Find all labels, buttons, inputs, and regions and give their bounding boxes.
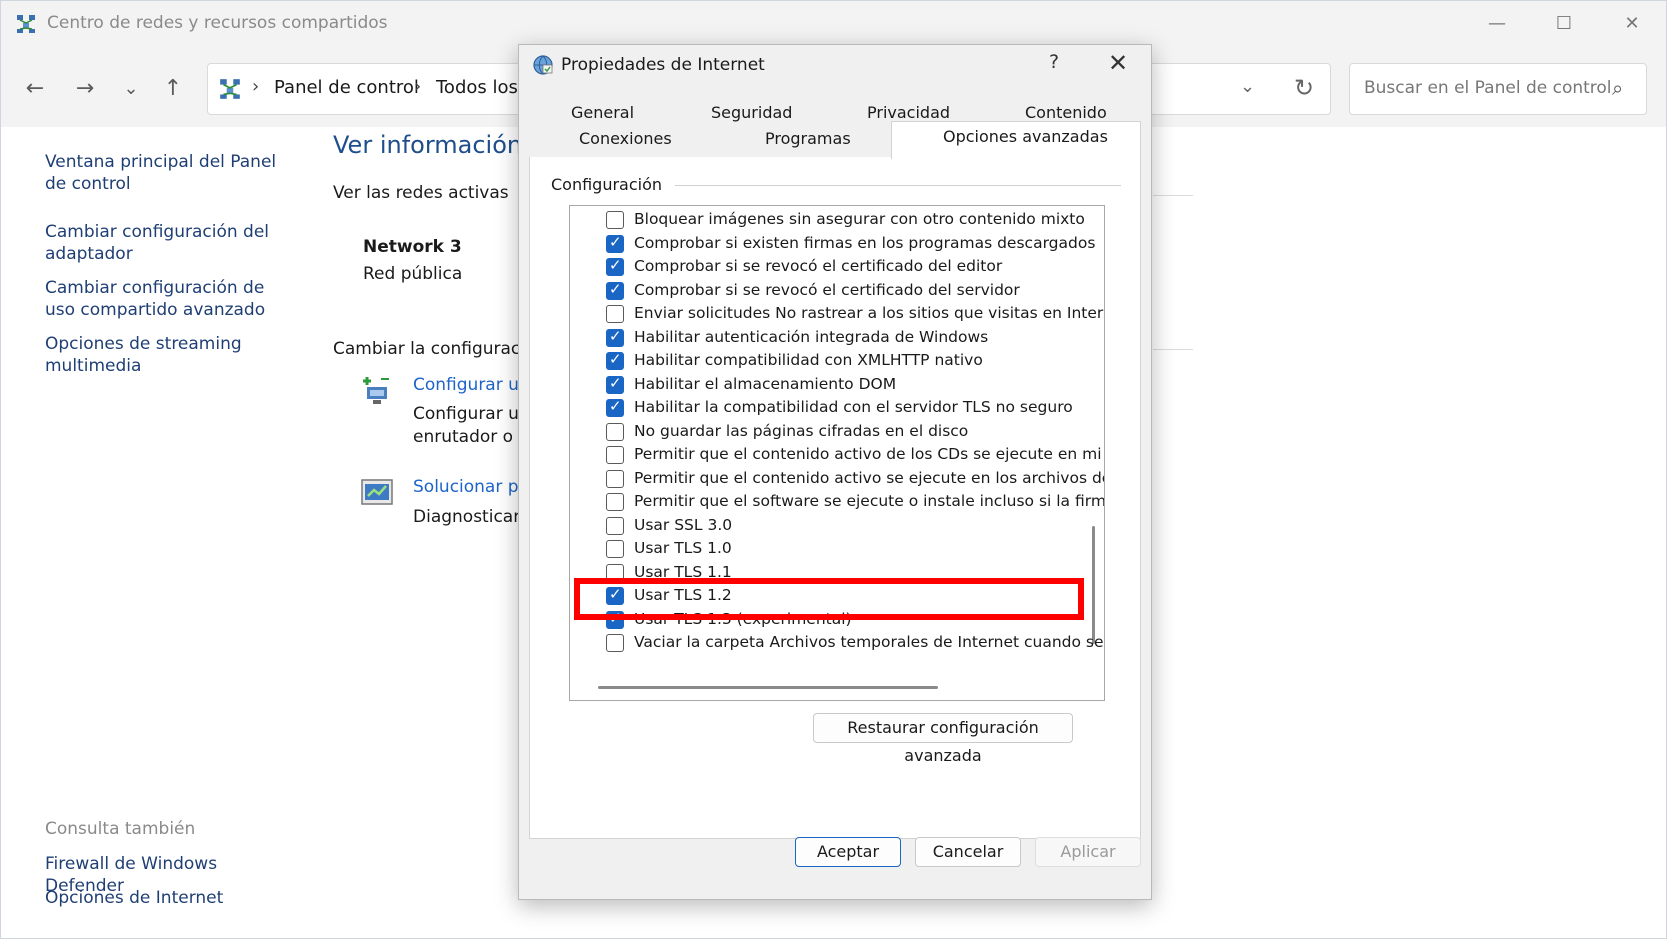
title-bar: Centro de redes y recursos compartidos —… [1,1,1666,47]
tls-highlight-annotation [574,578,1084,620]
forward-button[interactable]: → [67,71,103,107]
checkbox-unchecked[interactable] [606,540,624,558]
dialog-close-button[interactable]: ✕ [1103,49,1133,77]
sidebar-link-main[interactable]: Ventana principal del Panel de control [45,151,295,195]
option-label: Vaciar la carpeta Archivos temporales de… [634,633,1105,651]
checkbox-unchecked[interactable] [606,422,624,441]
checkbox-unchecked[interactable] [606,211,624,229]
option-label: Enviar solicitudes No rastrear a los sit… [634,304,1105,322]
search-box[interactable]: Buscar en el Panel de control ⌕ [1349,63,1647,115]
minimize-button[interactable]: — [1477,9,1517,39]
tab-privacidad[interactable]: Privacidad [867,103,950,122]
checkbox-checked[interactable] [606,374,624,394]
network-center-icon [17,15,35,33]
checkbox-checked[interactable] [606,256,624,276]
ok-button[interactable]: Aceptar [795,837,901,867]
troubleshoot-icon [361,479,393,505]
page-title: Ver información b [333,131,545,159]
task-link-setup[interactable]: Configurar ur [413,375,526,395]
refresh-icon[interactable]: ↻ [1294,74,1314,102]
tab-opciones-avanzadas[interactable]: Opciones avanzadas [943,127,1108,146]
sidebar-link-sharing[interactable]: Cambiar configuración de uso compartido … [45,277,295,321]
option-label: Usar SSL 3.0 [634,515,733,534]
close-window-button[interactable]: ✕ [1612,9,1652,39]
option-label: Habilitar autenticación integrada de Win… [634,327,989,346]
option-label: Permitir que el contenido activo se ejec… [634,468,1105,487]
window-title: Centro de redes y recursos compartidos [47,13,388,33]
network-type: Red pública [363,264,463,284]
internet-properties-dialog: Propiedades de Internet ? ✕ General Segu… [518,44,1152,900]
checkbox-checked[interactable] [606,350,624,370]
checkbox-checked[interactable] [606,397,624,417]
tab-programas[interactable]: Programas [765,129,851,148]
internet-globe-icon [533,55,553,75]
tab-seguridad[interactable]: Seguridad [711,103,792,122]
back-button[interactable]: ← [17,71,53,107]
option-label: Habilitar el almacenamiento DOM [634,374,897,393]
option-label: No guardar las páginas cifradas en el di… [634,421,969,440]
address-dropdown-icon[interactable]: ⌄ [1240,76,1255,97]
tab-conexiones[interactable]: Conexiones [579,129,672,148]
checkbox-unchecked[interactable] [606,305,624,323]
checkbox-checked[interactable] [606,327,624,347]
task-desc-setup-line2: enrutador o p [413,427,530,447]
cancel-button[interactable]: Cancelar [915,837,1021,867]
option-label: Comprobar si se revocó el certificado de… [634,280,1020,299]
checkbox-unchecked[interactable] [606,516,624,535]
network-name: Network 3 [363,237,462,257]
breadcrumb-panel-de-control[interactable]: Panel de control [274,77,419,98]
sidebar-link-streaming[interactable]: Opciones de streaming multimedia [45,333,295,377]
checkbox-checked[interactable] [606,280,624,300]
recent-locations-button[interactable]: ⌄ [113,71,149,107]
maximize-button[interactable]: ☐ [1544,9,1584,39]
dialog-title: Propiedades de Internet [561,55,765,75]
change-settings-label: Cambiar la configuració [333,339,536,359]
configuracion-label: Configuración [551,175,669,194]
option-label: Permitir que el contenido activo de los … [634,445,1105,463]
vertical-scrollbar[interactable] [1092,526,1095,644]
divider [1153,349,1193,350]
see-also-label: Consulta también [45,819,196,839]
option-label: Habilitar la compatibilidad con el servi… [634,398,1073,416]
tab-general[interactable]: General [571,103,634,122]
divider [1153,195,1193,196]
option-label: Bloquear imágenes sin asegurar con otro … [634,210,1085,228]
checkbox-unchecked[interactable] [606,493,624,511]
settings-list[interactable]: Bloquear imágenes sin asegurar con otro … [569,205,1105,701]
option-label: Permitir que el software se ejecute o in… [634,492,1105,510]
breadcrumb-separator-icon: › [252,76,260,97]
sidebar-link-adapter[interactable]: Cambiar configuración del adaptador [45,221,295,265]
option-label: Comprobar si existen firmas en los progr… [634,233,1096,252]
control-panel-icon [220,79,240,99]
sidebar-link-internet-options[interactable]: Opciones de Internet [45,887,295,909]
apply-button[interactable]: Aplicar [1035,837,1141,867]
checkbox-unchecked[interactable] [606,634,624,652]
breadcrumb-separator-icon: › [414,76,422,97]
option-label: Comprobar si se revocó el certificado de… [634,257,1003,275]
restore-advanced-button[interactable]: Restaurar configuración avanzada [813,713,1073,765]
group-divider [675,185,1121,186]
horizontal-scrollbar[interactable] [598,686,938,689]
checkbox-checked[interactable] [606,233,624,253]
option-label: Usar TLS 1.0 [634,539,732,557]
search-input[interactable]: Buscar en el Panel de control [1364,78,1612,98]
task-link-troubleshoot[interactable]: Solucionar pr [413,477,526,497]
active-networks-label: Ver las redes activas [333,183,509,203]
option-label: Habilitar compatibilidad con XMLHTTP nat… [634,351,983,369]
tab-contenido[interactable]: Contenido [1025,103,1107,122]
up-button[interactable]: ↑ [155,71,191,107]
checkbox-unchecked[interactable] [606,469,624,488]
task-desc-setup-line1: Configurar ur [413,404,526,424]
network-setup-icon [363,377,389,404]
help-button[interactable]: ? [1039,51,1069,73]
checkbox-unchecked[interactable] [606,446,624,464]
search-icon[interactable]: ⌕ [1612,76,1623,100]
